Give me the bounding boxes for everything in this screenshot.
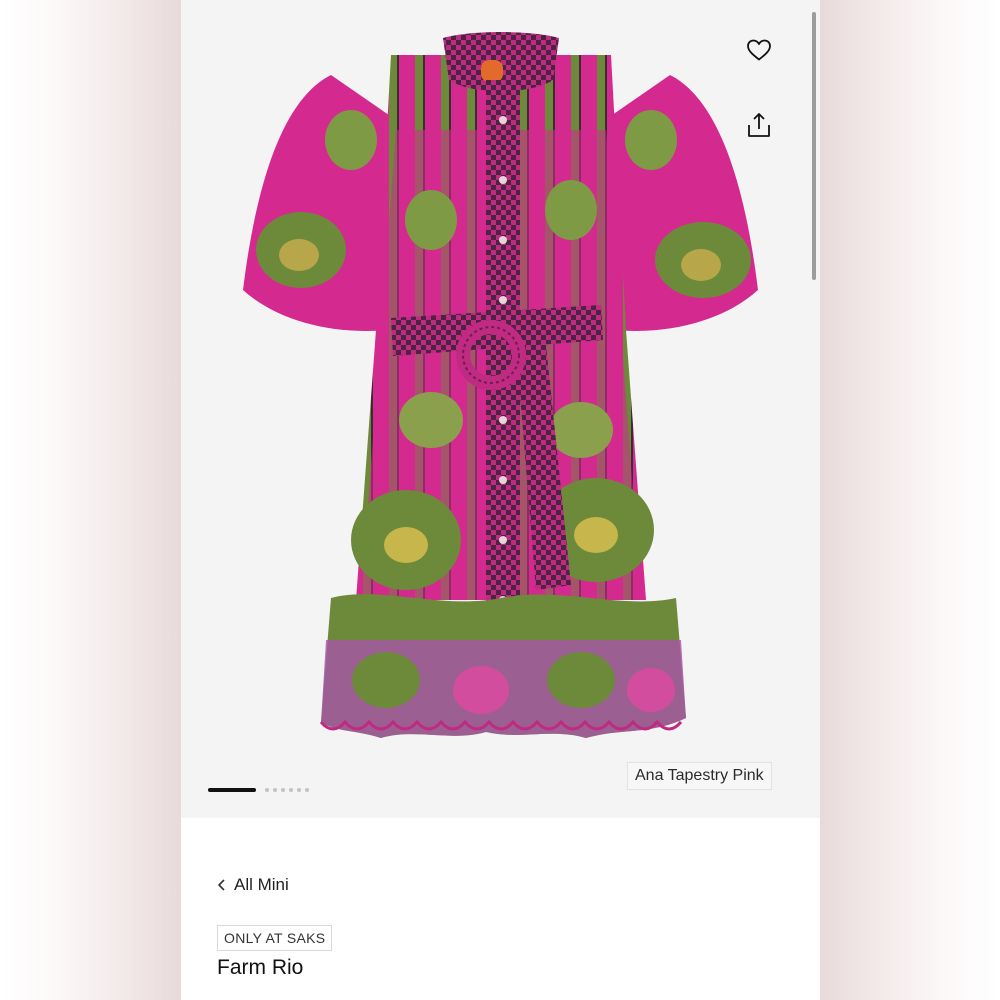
heart-icon[interactable] — [741, 32, 777, 68]
pagination-dot[interactable] — [265, 788, 269, 792]
product-gallery[interactable]: Ana Tapestry Pink — [181, 0, 820, 818]
pagination-dot-active[interactable] — [208, 788, 256, 792]
exclusive-badge: ONLY AT SAKS — [217, 925, 333, 951]
pagination-dot[interactable] — [273, 788, 277, 792]
color-name-tag: Ana Tapestry Pink — [627, 762, 772, 790]
chevron-left-icon — [218, 879, 225, 891]
pagination-dot[interactable] — [305, 788, 309, 792]
background-blur-left — [0, 0, 181, 1000]
product-info: All Mini ONLY AT SAKS Farm Rio — [181, 818, 820, 1000]
brand-name[interactable]: Farm Rio — [217, 956, 303, 980]
pagination-dot[interactable] — [297, 788, 301, 792]
pagination-dot[interactable] — [281, 788, 285, 792]
pagination-dot[interactable] — [289, 788, 293, 792]
background-blur-right — [820, 0, 1000, 1000]
share-icon[interactable] — [741, 107, 777, 143]
product-image[interactable] — [181, 0, 820, 818]
scrollbar[interactable] — [812, 12, 816, 280]
back-link-label: All Mini — [234, 875, 289, 894]
back-link[interactable]: All Mini — [217, 875, 289, 895]
product-page: Ana Tapestry Pink All Mini ONLY AT SAKS … — [181, 0, 820, 1000]
image-pagination[interactable] — [208, 787, 309, 793]
